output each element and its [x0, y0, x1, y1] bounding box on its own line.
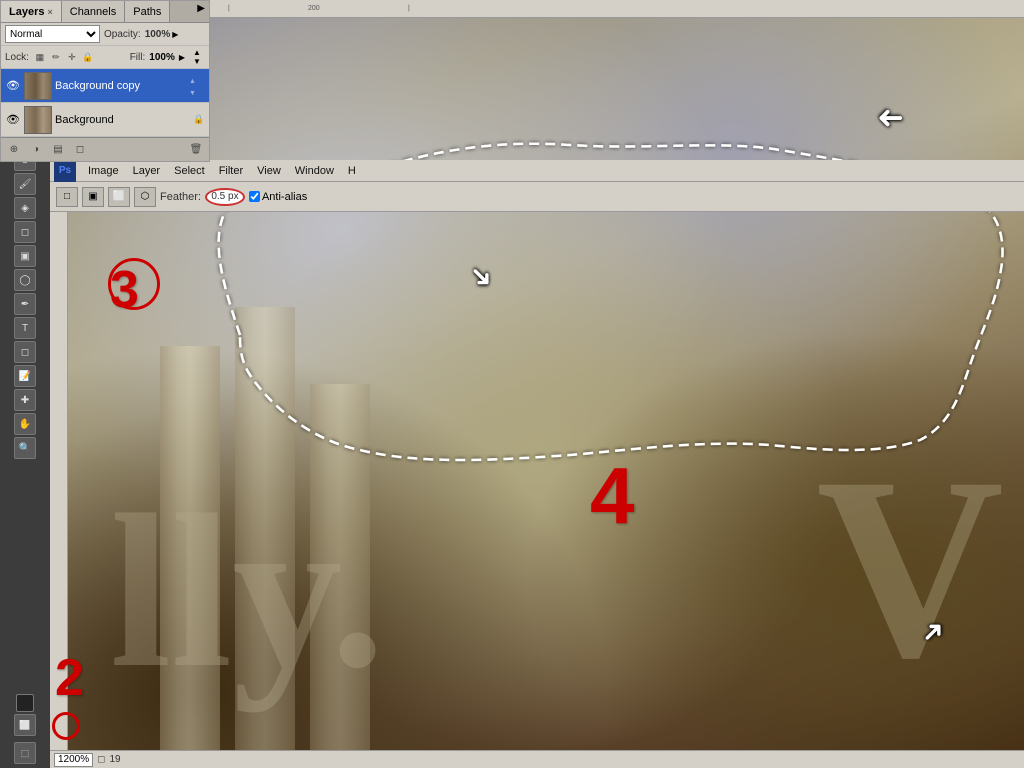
group-btn[interactable]: ▤ [49, 141, 67, 159]
shape-rect-btn[interactable]: □ [56, 187, 78, 207]
menu-view[interactable]: View [251, 163, 287, 179]
screen-mode[interactable]: ⬚ [14, 742, 36, 764]
fill-row: Fill: 100% ▶ [130, 52, 185, 63]
shape-ellipse-btn[interactable]: ⬜ [108, 187, 130, 207]
shape-tool[interactable]: ◻ [14, 341, 36, 363]
feather-input[interactable]: 0.5 px [205, 188, 245, 206]
menu-bar: Ps Image Layer Select Filter View Window… [50, 160, 1024, 182]
lock-all-btn[interactable]: 🔒 [81, 50, 95, 64]
anti-alias-checkbox[interactable] [249, 191, 260, 202]
layer-background-copy[interactable]: 👁 Background copy ▲ ▼ [1, 69, 209, 103]
menu-layer[interactable]: Layer [127, 163, 167, 179]
clone-tool[interactable]: ◈ [14, 197, 36, 219]
pillar-1 [160, 346, 220, 768]
text-tool[interactable]: T [14, 317, 36, 339]
lock-icons: ▦ ✏ ✛ 🔒 [33, 50, 95, 64]
gradient-tool[interactable]: ▣ [14, 245, 36, 267]
tab-layers[interactable]: Layers × [1, 1, 62, 22]
status-zoom[interactable]: 1200% [54, 753, 93, 767]
hand-tool[interactable]: ✋ [14, 413, 36, 435]
path-tool[interactable]: ✒ [14, 293, 36, 315]
lock-move-btn[interactable]: ✛ [65, 50, 79, 64]
foreground-color[interactable] [16, 694, 34, 712]
new-layer-btn[interactable]: ◻ [71, 141, 89, 159]
layer-lock-icon: 🔒 [193, 114, 205, 126]
feather-label: Feather: [160, 191, 201, 203]
delete-layer-btn[interactable]: 🗑 [187, 141, 205, 159]
status-doc-icon: ◻ [97, 754, 105, 765]
fill-arrow[interactable]: ▶ [179, 53, 185, 62]
panel-tabs: Layers × Channels Paths ▶ [1, 1, 209, 23]
shape-poly-btn[interactable]: ⬡ [134, 187, 156, 207]
layers-panel: Layers × Channels Paths ▶ Normal Multipl… [0, 0, 210, 162]
menu-help[interactable]: H [342, 163, 362, 179]
tab-layers-close[interactable]: × [47, 7, 52, 17]
scroll-up[interactable]: ▲ [193, 48, 201, 57]
tab-channels[interactable]: Channels [62, 1, 125, 22]
layers-list: 👁 Background copy ▲ ▼ 👁 Background 🔒 [1, 69, 209, 137]
shape-rounded-btn[interactable]: ▣ [82, 187, 104, 207]
pillar-3 [310, 384, 370, 768]
lock-row: Lock: ▦ ✏ ✛ 🔒 Fill: 100% ▶ ▲ ▼ [1, 46, 209, 69]
opacity-row: Opacity: 100% ▶ [104, 29, 178, 40]
layer-eye-background-copy[interactable]: 👁 [5, 78, 21, 94]
layer-name-background: Background [55, 114, 190, 126]
menu-select[interactable]: Select [168, 163, 211, 179]
lock-paint-btn[interactable]: ✏ [49, 50, 63, 64]
options-bar: □ ▣ ⬜ ⬡ Feather: 0.5 px Anti-alias [50, 182, 1024, 212]
layer-background[interactable]: 👁 Background 🔒 [1, 103, 209, 137]
layer-eye-background[interactable]: 👁 [5, 112, 21, 128]
status-bar: 1200% ◻ 19 [50, 750, 1024, 768]
zoom-tool[interactable]: 🔍 [14, 437, 36, 459]
menu-filter[interactable]: Filter [213, 163, 249, 179]
quick-mask-tool[interactable]: ⬜ [14, 714, 36, 736]
anti-alias-row: Anti-alias [249, 191, 307, 203]
eraser-tool[interactable]: ◻ [14, 221, 36, 243]
status-info: 19 [109, 754, 120, 765]
brush-tool[interactable]: 🖌 [14, 173, 36, 195]
layer-thumb-background-copy [24, 72, 52, 100]
layer-thumb-background [24, 106, 52, 134]
fill-value[interactable]: 100% [149, 52, 175, 63]
scroll-down[interactable]: ▼ [193, 57, 201, 66]
blend-mode-select[interactable]: Normal Multiply Screen [5, 25, 100, 43]
panel-options-btn[interactable]: ▶ [193, 1, 209, 22]
menu-window[interactable]: Window [289, 163, 340, 179]
lock-transparent-btn[interactable]: ▦ [33, 50, 47, 64]
opacity-arrow[interactable]: ▶ [172, 30, 178, 39]
ps-logo: Ps [54, 160, 76, 182]
blend-mode-row: Normal Multiply Screen Opacity: 100% ▶ [1, 23, 209, 46]
layer-scroll-bg-copy: ▲ ▼ [189, 74, 205, 98]
pillar-2 [235, 307, 295, 768]
adjustment-btn[interactable]: ◑ [27, 141, 45, 159]
menu-image[interactable]: Image [82, 163, 125, 179]
layer-name-background-copy: Background copy [55, 80, 186, 92]
dodge-tool[interactable]: ◯ [14, 269, 36, 291]
tab-paths[interactable]: Paths [125, 1, 170, 22]
eyedropper-tool[interactable]: ✚ [14, 389, 36, 411]
panel-footer: ⊕ ◑ ▤ ◻ 🗑 [1, 137, 209, 161]
notes-tool[interactable]: 📝 [14, 365, 36, 387]
add-style-btn[interactable]: ⊕ [5, 141, 23, 159]
